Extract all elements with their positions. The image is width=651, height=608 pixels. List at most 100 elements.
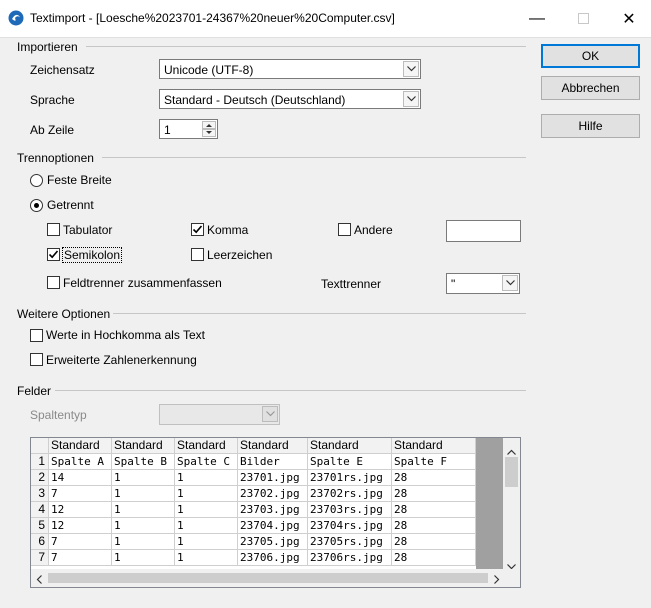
comma-label: Komma (207, 223, 249, 237)
table-cell[interactable]: 1 (175, 502, 238, 518)
table-cell[interactable]: 23704rs.jpg (308, 518, 392, 534)
spin-up-icon[interactable] (202, 121, 216, 129)
table-cell[interactable]: 1 (112, 470, 175, 486)
table-cell[interactable]: 28 (392, 470, 476, 486)
scroll-up-icon[interactable] (507, 444, 516, 458)
table-cell[interactable]: 1 (112, 550, 175, 566)
table-cell[interactable]: 14 (49, 470, 112, 486)
language-select[interactable]: Standard - Deutsch (Deutschland) (159, 89, 421, 109)
table-cell[interactable]: 28 (392, 502, 476, 518)
table-cell[interactable]: 1 (112, 502, 175, 518)
merge-delimiters-label: Feldtrenner zusammenfassen (63, 276, 222, 290)
row-number[interactable]: 3 (31, 486, 49, 502)
from-row-spinner[interactable]: 1 (159, 119, 218, 139)
table-cell[interactable]: 28 (392, 550, 476, 566)
table-cell[interactable]: 7 (49, 534, 112, 550)
table-cell[interactable]: 23705rs.jpg (308, 534, 392, 550)
space-checkbox[interactable] (191, 248, 204, 261)
fixed-width-radio[interactable] (30, 174, 43, 187)
chevron-down-icon (403, 91, 419, 107)
tab-checkbox[interactable] (47, 223, 60, 236)
table-cell[interactable]: 1 (175, 518, 238, 534)
horizontal-scroll-thumb[interactable] (48, 573, 488, 583)
fields-separator (55, 390, 526, 391)
column-header[interactable]: Standard (238, 438, 308, 454)
row-number[interactable]: 6 (31, 534, 49, 550)
separated-radio[interactable] (30, 199, 43, 212)
row-number[interactable]: 1 (31, 454, 49, 470)
ok-button[interactable]: OK (541, 44, 640, 68)
chevron-down-icon (403, 61, 419, 77)
cancel-button[interactable]: Abbrechen (541, 76, 640, 100)
table-cell[interactable]: Bilder (238, 454, 308, 470)
spin-down-icon[interactable] (202, 129, 216, 137)
table-cell[interactable]: Spalte E (308, 454, 392, 470)
table-cell[interactable]: 23701.jpg (238, 470, 308, 486)
column-type-select[interactable] (159, 404, 280, 425)
maximize-icon (577, 13, 589, 24)
column-header[interactable]: Standard (392, 438, 476, 454)
table-cell[interactable]: 23704.jpg (238, 518, 308, 534)
table-cell[interactable]: Spalte A (49, 454, 112, 470)
string-delimiter-select[interactable]: " (446, 273, 520, 294)
preview-grid[interactable]: Standard Standard Standard Standard Stan… (30, 437, 521, 588)
table-cell[interactable]: 7 (49, 550, 112, 566)
row-number[interactable]: 2 (31, 470, 49, 486)
vertical-scroll-thumb[interactable] (505, 457, 518, 487)
table-cell[interactable]: 1 (112, 486, 175, 502)
column-header[interactable]: Standard (308, 438, 392, 454)
detect-numbers-checkbox[interactable] (30, 353, 43, 366)
quoted-as-text-checkbox[interactable] (30, 329, 43, 342)
table-cell[interactable]: Spalte B (112, 454, 175, 470)
table-cell[interactable]: 23701rs.jpg (308, 470, 392, 486)
column-header[interactable]: Standard (49, 438, 112, 454)
separator-section-separator (102, 157, 526, 158)
separated-label: Getrennt (47, 198, 94, 212)
table-cell[interactable]: 23702.jpg (238, 486, 308, 502)
table-cell[interactable]: 28 (392, 486, 476, 502)
table-cell[interactable]: 23705.jpg (238, 534, 308, 550)
row-number[interactable]: 7 (31, 550, 49, 566)
table-cell[interactable]: 28 (392, 518, 476, 534)
comma-checkbox[interactable] (191, 223, 204, 236)
table-cell[interactable]: 1 (175, 486, 238, 502)
help-button[interactable]: Hilfe (541, 114, 640, 138)
table-cell[interactable]: 1 (175, 470, 238, 486)
table-cell[interactable]: 1 (175, 550, 238, 566)
table-cell[interactable]: 7 (49, 486, 112, 502)
semicolon-label: Semikolon (62, 247, 123, 263)
from-row-label: Ab Zeile (30, 123, 75, 137)
table-cell[interactable]: 23703rs.jpg (308, 502, 392, 518)
table-cell[interactable]: Spalte C (175, 454, 238, 470)
table-cell[interactable]: 23706rs.jpg (308, 550, 392, 566)
table-cell[interactable]: 1 (112, 534, 175, 550)
from-row-value: 1 (164, 123, 171, 137)
other-separator-input[interactable] (446, 220, 521, 242)
horizontal-scrollbar[interactable] (31, 569, 520, 587)
scroll-left-icon[interactable] (36, 573, 42, 587)
table-cell[interactable]: 12 (49, 502, 112, 518)
maximize-button[interactable] (560, 0, 606, 37)
close-button[interactable]: ✕ (606, 0, 651, 37)
scroll-right-icon[interactable] (494, 573, 500, 587)
row-number[interactable]: 5 (31, 518, 49, 534)
other-checkbox[interactable] (338, 223, 351, 236)
table-cell[interactable]: 23702rs.jpg (308, 486, 392, 502)
column-header[interactable]: Standard (112, 438, 175, 454)
table-cell[interactable]: 23703.jpg (238, 502, 308, 518)
merge-delimiters-checkbox[interactable] (47, 276, 60, 289)
semicolon-checkbox[interactable] (47, 248, 60, 261)
row-number[interactable]: 4 (31, 502, 49, 518)
table-cell[interactable]: 28 (392, 534, 476, 550)
table-cell[interactable]: 1 (175, 534, 238, 550)
checkmark-icon (192, 225, 203, 234)
minimize-button[interactable]: — (514, 0, 560, 37)
column-type-label: Spaltentyp (30, 408, 87, 422)
table-cell[interactable]: 23706.jpg (238, 550, 308, 566)
table-cell[interactable]: 1 (112, 518, 175, 534)
table-cell[interactable]: 12 (49, 518, 112, 534)
column-header[interactable]: Standard (175, 438, 238, 454)
charset-select[interactable]: Unicode (UTF-8) (159, 59, 421, 79)
vertical-scrollbar[interactable] (503, 438, 520, 570)
table-cell[interactable]: Spalte F (392, 454, 476, 470)
